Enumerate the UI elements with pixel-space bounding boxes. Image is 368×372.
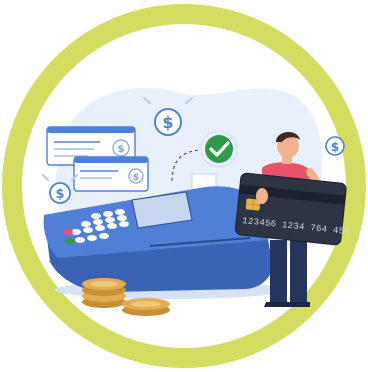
receipt-icon: $: [73, 156, 149, 192]
svg-text:$: $: [133, 173, 139, 183]
svg-text:$: $: [118, 144, 125, 155]
svg-text:$: $: [55, 187, 64, 202]
svg-text:$: $: [162, 113, 173, 132]
credit-card: 123456 1234 764 456: [234, 172, 351, 246]
checkmark-icon: [200, 130, 238, 168]
payment-illustration: $ $ $ $ $ 123456 1234 764 456: [2, 4, 366, 368]
svg-text:$: $: [331, 140, 339, 154]
dollar-icon: $: [325, 136, 345, 156]
